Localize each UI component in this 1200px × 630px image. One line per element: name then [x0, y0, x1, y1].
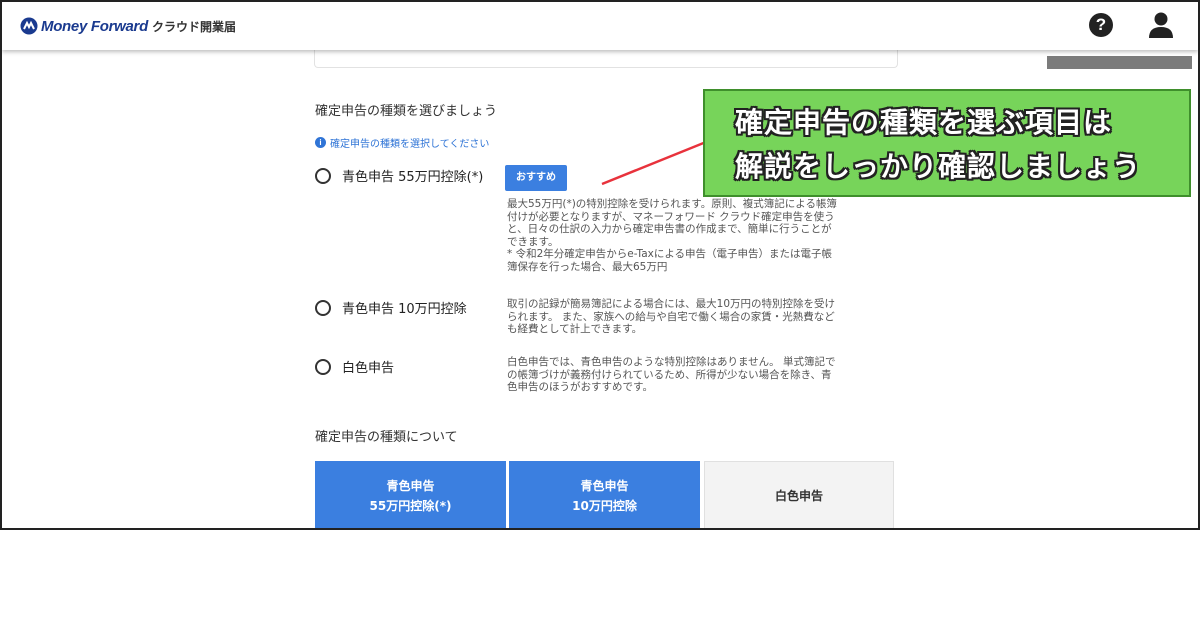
tab-label: 白色申告: [774, 489, 823, 503]
callout-line-1: 確定申告の種類を選ぶ項目は: [735, 106, 1113, 139]
description-line: 色申告のほうがおすすめです。: [507, 381, 653, 393]
description-line: * 令和2年分確定申告からe-Taxによる申告（電子申告）または電子帳: [507, 248, 833, 260]
option-label: 白色申告: [342, 361, 395, 376]
callout-line-2: 解説をしっかり確認しましょう: [735, 150, 1142, 183]
annotation-callout: 確定申告の種類を選ぶ項目は 解説をしっかり確認しましょう: [703, 89, 1191, 197]
option-description: 白色申告では、青色申告のような特別控除はありません。 単式簿記で の帳簿づけが義…: [507, 356, 895, 394]
option-label: 青色申告 10万円控除: [342, 302, 467, 317]
brand-name: Money Forward: [41, 17, 148, 35]
description-line: の帳簿づけが義務付けられているため、所得が少ない場合を除き、青: [507, 368, 832, 381]
about-title: 確定申告の種類について: [315, 430, 458, 445]
description-line: と、日々の仕訳の入力から確定申告書の作成まで、簡単に行うことが: [507, 223, 832, 235]
description-line: 簿保存を行った場合、最大65万円: [507, 260, 668, 273]
option-white[interactable]: 白色申告: [315, 357, 394, 376]
sidebar-placeholder: [1047, 56, 1192, 69]
tab-sublabel: 55万円控除(*): [369, 499, 452, 513]
description-line: も経費として計上できます。: [507, 323, 643, 335]
selection-hint: i 確定申告の種類を選択してください: [315, 135, 489, 150]
option-description: 最大55万円(*)の特別控除を受けられます。原則、複式簿記による帳簿 付けが必要…: [507, 198, 895, 273]
radio-button[interactable]: [315, 299, 331, 316]
tab-blue-55[interactable]: 青色申告 55万円控除(*): [315, 461, 506, 528]
description-line: られます。 また、家族への給与や自宅で働く場合の家賃・光熱費など: [507, 310, 835, 323]
question-circle-icon[interactable]: ?: [1089, 13, 1113, 37]
user-icon[interactable]: [1148, 11, 1174, 39]
description-line: 取引の記録が簡易簿記による場合には、最大10万円の特別控除を受け: [507, 298, 836, 310]
description-line: 付けが必要となりますが、マネーフォワード クラウド確定申告を使う: [507, 210, 835, 223]
tab-label: 青色申告: [386, 479, 435, 493]
radio-button[interactable]: [315, 167, 331, 184]
description-line: 最大55万円(*)の特別控除を受けられます。原則、複式簿記による帳簿: [507, 198, 837, 210]
product-name: クラウド開業届: [151, 19, 236, 34]
tab-blue-10[interactable]: 青色申告 10万円控除: [509, 461, 700, 528]
logo[interactable]: Money Forward クラウド開業届: [20, 16, 236, 36]
arrow-line: [601, 140, 707, 186]
option-label: 青色申告 55万円控除(*): [342, 170, 484, 185]
radio-button[interactable]: [315, 358, 331, 375]
money-forward-logo-icon: [20, 17, 38, 35]
recommended-badge: おすすめ: [505, 165, 567, 191]
tab-sublabel: 10万円控除: [572, 499, 637, 513]
option-blue-55[interactable]: 青色申告 55万円控除(*): [315, 166, 483, 185]
info-icon: i: [315, 137, 326, 148]
section-title: 確定申告の種類を選びましょう: [315, 104, 498, 119]
tab-label: 青色申告: [580, 479, 629, 493]
app-window: Money Forward クラウド開業届 ? 確定申告の種類を選びましょう i…: [0, 0, 1200, 530]
description-line: 白色申告では、青色申告のような特別控除はありません。 単式簿記で: [507, 356, 836, 368]
option-blue-10[interactable]: 青色申告 10万円控除: [315, 298, 467, 317]
hint-text: 確定申告の種類を選択してください: [330, 139, 490, 150]
tab-white[interactable]: 白色申告: [704, 461, 894, 528]
option-description: 取引の記録が簡易簿記による場合には、最大10万円の特別控除を受け られます。 ま…: [507, 298, 895, 336]
description-line: できます。: [507, 235, 559, 248]
top-header: Money Forward クラウド開業届 ?: [2, 2, 1198, 50]
